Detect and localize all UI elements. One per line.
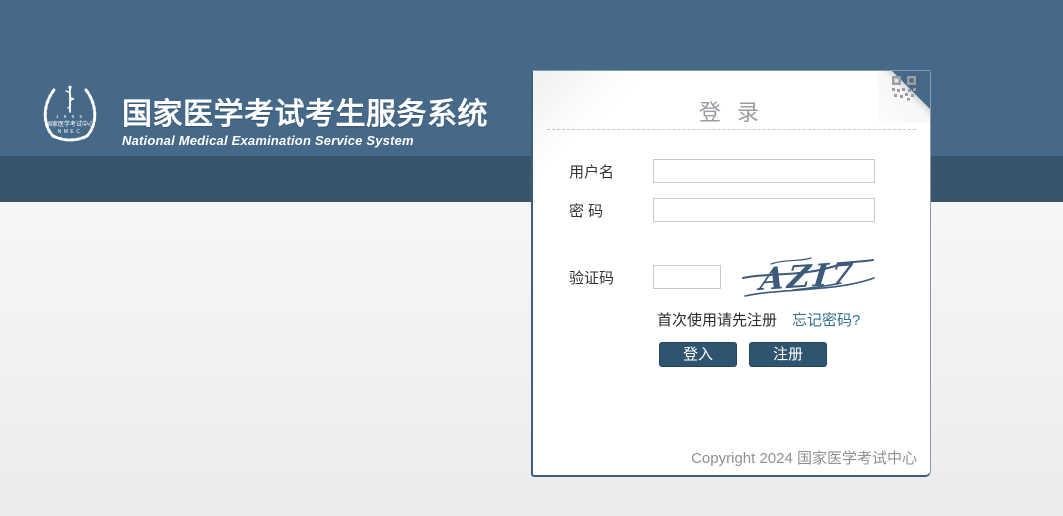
helper-links: 首次使用请先注册 忘记密码? — [657, 309, 860, 330]
login-title: 登 录 — [533, 95, 930, 127]
password-row: 密 码 — [569, 198, 875, 222]
username-label: 用户名 — [569, 161, 653, 182]
copyright-text: Copyright 2024 国家医学考试中心 — [691, 447, 917, 468]
svg-text:1 9 8 5: 1 9 8 5 — [56, 114, 84, 119]
svg-text:NMEC: NMEC — [58, 129, 83, 135]
site-title: 国家医学考试考生服务系统 — [122, 98, 488, 132]
register-button[interactable]: 注册 — [749, 342, 827, 367]
captcha-image[interactable]: AZI7 — [741, 252, 877, 300]
login-card: 登 录 用户名 密 码 验证码 AZI7 — [531, 70, 931, 477]
password-input[interactable] — [653, 198, 875, 222]
captcha-row: 验证码 AZI7 — [569, 253, 877, 301]
captcha-label: 验证码 — [569, 267, 653, 288]
login-button[interactable]: 登入 — [659, 342, 737, 367]
nmec-emblem-icon: 1 9 8 5 国家医学考试中心 NMEC — [38, 84, 102, 146]
password-label: 密 码 — [569, 200, 653, 221]
register-hint-link[interactable]: 首次使用请先注册 — [657, 309, 777, 330]
forgot-password-link[interactable]: 忘记密码? — [792, 309, 860, 330]
username-row: 用户名 — [569, 159, 875, 183]
username-input[interactable] — [653, 159, 875, 183]
site-subtitle: National Medical Examination Service Sys… — [122, 133, 488, 148]
button-row: 登入 注册 — [659, 342, 827, 367]
page: 1 9 8 5 国家医学考试中心 NMEC 国家医学考试考生服务系统 Natio… — [0, 0, 1063, 516]
svg-text:国家医学考试中心: 国家医学考试中心 — [46, 120, 94, 128]
brand: 国家医学考试考生服务系统 National Medical Examinatio… — [122, 98, 488, 148]
captcha-input[interactable] — [653, 265, 721, 289]
divider — [547, 129, 916, 130]
